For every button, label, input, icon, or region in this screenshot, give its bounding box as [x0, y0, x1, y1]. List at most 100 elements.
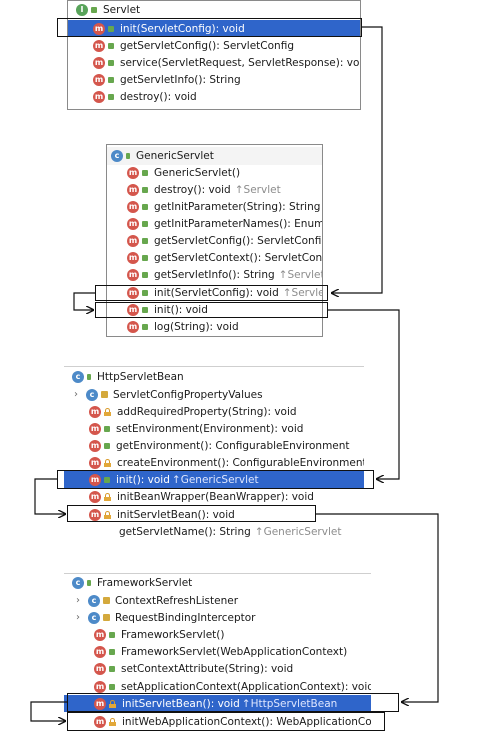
class-icon: c	[72, 577, 84, 589]
chevron-right-icon[interactable]: ›	[70, 389, 82, 400]
genericservlet-member-row[interactable]: m getServletInfo(): String ↑Servlet	[107, 266, 322, 283]
frameworkservlet-member-row[interactable]: m setContextAttribute(String): void	[64, 660, 371, 677]
method-signature: initBeanWrapper(BeanWrapper): void	[117, 490, 314, 503]
frameworkservlet-member-row[interactable]: m FrameworkServlet()	[64, 626, 371, 643]
httpservletbean-member-row[interactable]: getServletName(): String ↑GenericServlet	[64, 523, 364, 540]
httpservletbean-member-row[interactable]: m setEnvironment(Environment): void	[64, 420, 364, 437]
genericservlet-member-row[interactable]: m getInitParameter(String): String ↑S	[107, 198, 322, 215]
method-icon: m	[93, 39, 105, 52]
method-icon: m	[89, 473, 101, 486]
method-signature: getEnvironment(): ConfigurableEnvironmen…	[116, 439, 350, 452]
public-icon	[126, 153, 130, 159]
inner-class-row[interactable]: › c ServletConfigPropertyValues	[64, 386, 364, 403]
servlet-method-row[interactable]: m destroy(): void	[68, 88, 360, 105]
method-icon: m	[93, 22, 105, 35]
private-lock-icon	[103, 597, 110, 604]
method-icon: m	[93, 73, 105, 86]
public-icon	[104, 476, 110, 483]
method-icon: m	[93, 56, 105, 69]
panel-separator	[64, 366, 364, 367]
public-icon	[87, 580, 91, 586]
public-icon	[108, 93, 114, 100]
method-icon: m	[127, 183, 139, 196]
httpservletbean-member-row[interactable]: m createEnvironment(): ConfigurableEnvir…	[64, 454, 364, 471]
genericservlet-member-row[interactable]: m destroy(): void ↑Servlet	[107, 181, 322, 198]
inherited-from: ↑GenericServlet	[254, 525, 342, 538]
servlet-title-row[interactable]: I Servlet	[68, 1, 360, 19]
public-icon	[142, 186, 148, 193]
servlet-method-row[interactable]: m getServletInfo(): String	[68, 71, 360, 88]
httpservletbean-title-row[interactable]: c HttpServletBean	[64, 368, 364, 386]
servlet-method-row[interactable]: m getServletConfig(): ServletConfig	[68, 37, 360, 54]
method-icon: m	[89, 405, 101, 418]
chevron-right-icon[interactable]: ›	[72, 612, 84, 623]
method-signature: init(ServletConfig): void	[154, 286, 279, 299]
chevron-right-icon[interactable]: ›	[72, 595, 84, 606]
protected-icon	[109, 717, 116, 726]
public-icon	[87, 374, 91, 380]
method-icon: m	[89, 422, 101, 435]
public-icon	[109, 631, 115, 638]
public-icon	[142, 306, 148, 313]
genericservlet-member-row[interactable]: m GenericServlet()	[107, 164, 322, 181]
method-icon: m	[94, 697, 106, 710]
httpservletbean-member-row[interactable]: m addRequiredProperty(String): void	[64, 403, 364, 420]
genericservlet-member-row[interactable]: m getServletConfig(): ServletConfig ↑	[107, 232, 322, 249]
method-signature: addRequiredProperty(String): void	[117, 405, 297, 418]
protected-icon	[104, 510, 111, 519]
method-icon: m	[89, 456, 101, 469]
public-icon	[142, 254, 148, 261]
httpservletbean-member-row[interactable]: m getEnvironment(): ConfigurableEnvironm…	[64, 437, 364, 454]
public-icon	[142, 237, 148, 244]
frameworkservlet-title: FrameworkServlet	[97, 577, 193, 589]
genericservlet-title-row[interactable]: c GenericServlet	[107, 147, 322, 165]
frameworkservlet-title-row[interactable]: c FrameworkServlet	[64, 574, 371, 592]
frameworkservlet-structure-panel: c FrameworkServlet › c ContextRefreshLis…	[64, 573, 371, 733]
arrow-httpbean-init-to-initservletbean	[34, 478, 65, 514]
frameworkservlet-member-row[interactable]: m FrameworkServlet(WebApplicationContext…	[64, 643, 371, 660]
servlet-title: Servlet	[103, 4, 141, 16]
servlet-structure-panel: I Servlet m init(ServletConfig): void m …	[67, 0, 361, 110]
frameworkservlet-member-row[interactable]: m initServletBean(): void ↑HttpServletBe…	[64, 695, 371, 712]
genericservlet-member-row[interactable]: m init(): void	[107, 301, 322, 318]
class-icon: c	[72, 371, 84, 383]
protected-icon	[104, 458, 111, 467]
method-icon: m	[127, 286, 139, 299]
method-signature: getServletConfig(): ServletConfig	[120, 39, 294, 52]
frameworkservlet-member-row[interactable]: m setApplicationContext(ApplicationConte…	[64, 678, 371, 695]
httpservletbean-member-row[interactable]: m initBeanWrapper(BeanWrapper): void	[64, 488, 364, 505]
inner-class-row[interactable]: › c ContextRefreshListener	[64, 592, 371, 609]
public-icon	[109, 665, 115, 672]
public-icon	[142, 220, 148, 227]
method-signature: getServletContext(): ServletContex	[154, 251, 322, 264]
method-icon: m	[127, 268, 139, 281]
genericservlet-member-row[interactable]: m init(ServletConfig): void ↑Servlet	[107, 284, 322, 301]
method-signature: initWebApplicationContext(): WebApplicat…	[122, 715, 371, 728]
inner-class-row[interactable]: › c RequestBindingInterceptor	[64, 609, 371, 626]
method-icon: m	[127, 303, 139, 316]
public-icon	[142, 323, 148, 330]
servlet-method-row[interactable]: m init(ServletConfig): void	[68, 20, 360, 37]
genericservlet-member-row[interactable]: m log(String): void	[107, 318, 322, 335]
httpservletbean-member-row[interactable]: m init(): void ↑GenericServlet	[64, 471, 364, 488]
method-signature: log(String): void	[154, 320, 239, 333]
protected-icon	[109, 699, 116, 708]
httpservletbean-title: HttpServletBean	[97, 371, 184, 383]
public-icon	[142, 271, 148, 278]
class-icon: c	[88, 611, 100, 624]
httpservletbean-member-row[interactable]: m initServletBean(): void	[64, 506, 364, 523]
genericservlet-member-row[interactable]: m getServletContext(): ServletContex	[107, 249, 322, 266]
inherited-from: ↑HttpServletBean	[241, 697, 338, 710]
method-signature: getServletInfo(): String	[154, 268, 275, 281]
method-signature: destroy(): void	[154, 183, 231, 196]
genericservlet-member-row[interactable]: m getInitParameterNames(): Enumer	[107, 215, 322, 232]
inner-class-name: ContextRefreshListener	[115, 594, 239, 607]
method-icon: m	[127, 166, 139, 179]
servlet-method-row[interactable]: m service(ServletRequest, ServletRespons…	[68, 54, 360, 71]
method-signature: createEnvironment(): ConfigurableEnviron…	[117, 456, 364, 469]
method-signature: getInitParameter(String): String	[154, 200, 321, 213]
inherited-from: ↑GenericServlet	[171, 473, 259, 486]
public-icon	[142, 203, 148, 210]
method-icon: m	[89, 439, 101, 452]
frameworkservlet-member-row[interactable]: m initWebApplicationContext(): WebApplic…	[64, 713, 371, 730]
